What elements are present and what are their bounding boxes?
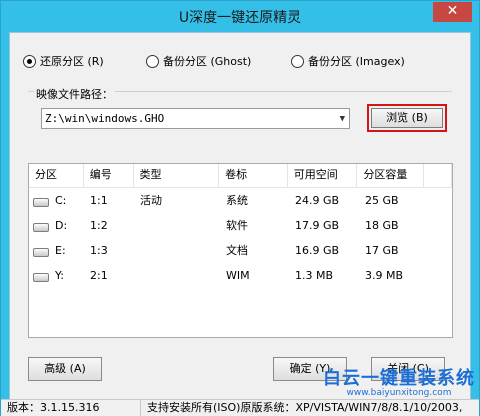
radio-backup-imagex-label[interactable]: 备份分区 (Imagex) [308, 53, 405, 69]
cell-type [134, 213, 220, 238]
browse-button[interactable]: 浏览 (B) [371, 108, 443, 128]
radio-backup-imagex[interactable]: 备份分区 (Imagex) [291, 53, 405, 69]
radio-backup-ghost[interactable]: 备份分区 (Ghost) [146, 53, 251, 69]
watermark: 白云一键重装系统 www.baiyunxitong.com [323, 364, 475, 398]
main-panel: 还原分区 (R) 备份分区 (Ghost) 备份分区 (Imagex) 映像文件… [9, 32, 471, 408]
header-capacity[interactable]: 分区容量 [357, 164, 425, 188]
status-support: 支持安装所有(ISO)原版系统：XP/VISTA/WIN7/8/8.1/10/2… [147, 401, 463, 414]
cell-capacity: 18 GB [365, 219, 399, 232]
cell-number: 1:2 [90, 219, 108, 232]
header-label[interactable]: 卷标 [219, 164, 288, 188]
image-path-value: Z:\win\windows.GHO [45, 112, 165, 125]
header-number[interactable]: 编号 [84, 164, 134, 188]
table-row[interactable]: C: 1:1 活动 系统 24.9 GB 25 GB [29, 188, 452, 213]
radio-icon[interactable] [291, 54, 304, 68]
cell-free: 1.3 MB [295, 269, 334, 282]
image-path-select[interactable]: Z:\win\windows.GHO ▼ [41, 108, 350, 129]
cell-capacity: 3.9 MB [365, 269, 404, 282]
header-type[interactable]: 类型 [134, 164, 220, 188]
window-close-button[interactable]: ✕ [433, 2, 472, 22]
radio-icon-checked[interactable] [23, 54, 36, 68]
hard-drive-icon [33, 248, 49, 257]
radio-restore[interactable]: 还原分区 (R) [23, 53, 104, 69]
cell-number: 1:3 [90, 244, 108, 257]
app-window: U深度一键还原精灵 ✕ 还原分区 (R) 备份分区 (Ghost) 备份分区 (… [0, 0, 480, 416]
hard-drive-icon [33, 273, 49, 282]
header-partition[interactable]: 分区 [29, 164, 84, 188]
cell-drive: D: [55, 219, 68, 232]
cell-free: 16.9 GB [295, 244, 340, 257]
watermark-title: 白云一键重装系统 [323, 368, 475, 389]
cell-free: 17.9 GB [295, 219, 340, 232]
status-bar: 版本：3.1.15.316 支持安装所有(ISO)原版系统：XP/VISTA/W… [1, 399, 479, 416]
radio-icon[interactable] [146, 54, 159, 68]
chevron-down-icon[interactable]: ▼ [340, 110, 345, 129]
hard-drive-icon [33, 223, 49, 232]
cell-label: 软件 [226, 219, 248, 232]
image-path-label: 映像文件路径： [34, 86, 115, 102]
cell-type [134, 263, 220, 288]
cell-label: 系统 [226, 194, 248, 207]
cell-drive: Y: [55, 269, 64, 282]
cell-drive: E: [55, 244, 66, 257]
cell-capacity: 17 GB [365, 244, 399, 257]
cell-free: 24.9 GB [295, 194, 340, 207]
table-row[interactable]: D: 1:2 软件 17.9 GB 18 GB [29, 213, 452, 238]
cell-drive: C: [55, 194, 67, 207]
close-icon: ✕ [446, 3, 459, 19]
header-extra[interactable] [424, 164, 452, 188]
partition-table[interactable]: 分区 编号 类型 卷标 可用空间 分区容量 C: 1:1 活动 系统 24.9 … [28, 163, 453, 338]
radio-restore-label[interactable]: 还原分区 (R) [40, 53, 104, 69]
header-free-space[interactable]: 可用空间 [288, 164, 358, 188]
advanced-button[interactable]: 高级 (A) [28, 357, 102, 381]
hard-drive-icon [33, 198, 49, 207]
status-version: 版本：3.1.15.316 [1, 400, 141, 416]
table-header: 分区 编号 类型 卷标 可用空间 分区容量 [29, 164, 452, 188]
cell-capacity: 25 GB [365, 194, 399, 207]
table-row[interactable]: Y: 2:1 WIM 1.3 MB 3.9 MB [29, 263, 452, 288]
window-title: U深度一键还原精灵 [178, 10, 302, 26]
cell-label: 文档 [226, 244, 248, 257]
cell-type [134, 238, 220, 263]
cell-type: 活动 [140, 194, 162, 207]
title-bar[interactable]: U深度一键还原精灵 ✕ [1, 1, 479, 32]
radio-backup-ghost-label[interactable]: 备份分区 (Ghost) [163, 53, 251, 69]
cell-number: 1:1 [90, 194, 108, 207]
cell-label: WIM [226, 269, 250, 282]
table-row[interactable]: E: 1:3 文档 16.9 GB 17 GB [29, 238, 452, 263]
cell-number: 2:1 [90, 269, 108, 282]
